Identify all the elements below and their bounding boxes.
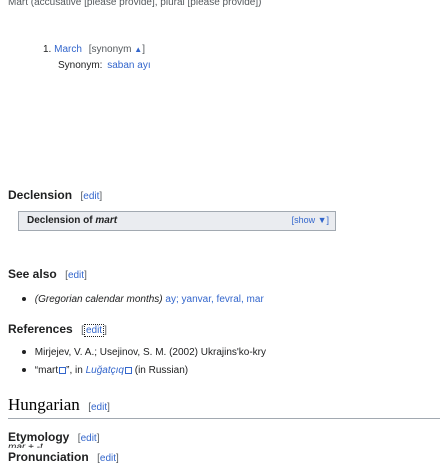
see-also-heading-row: See also [edit] <box>8 265 87 283</box>
edit-link[interactable]: edit <box>81 433 97 444</box>
synonym-request-close: ] <box>142 44 145 55</box>
edit-link[interactable]: edit <box>83 191 99 202</box>
references-heading: References <box>8 322 73 336</box>
hungarian-heading: Hungarian <box>8 395 80 414</box>
reference-2-title-link[interactable]: Luğatçıq <box>86 365 124 376</box>
show-toggle[interactable]: [show ▼] <box>292 215 329 225</box>
synonym-line: Synonym: saban ayı <box>58 60 151 71</box>
synonym-link[interactable]: saban ayı <box>107 60 150 71</box>
synonym-request: [synonym <box>88 44 132 55</box>
pronunciation-heading: Pronunciation <box>8 450 89 464</box>
section-divider <box>8 418 440 419</box>
definition-number: 1. <box>43 44 52 55</box>
edit-section: [edit] <box>65 270 87 281</box>
reference-2-mid: ”, in <box>66 365 83 376</box>
see-also-qualifier: (Gregorian calendar months) <box>34 294 163 305</box>
synonym-label: Synonym: <box>58 60 103 71</box>
edit-link[interactable]: edit <box>68 270 84 281</box>
declension-navbox: Declension of mart [show ▼] <box>18 211 336 231</box>
see-also-links[interactable]: ay; yanvar, fevral, mar <box>165 294 263 305</box>
synonym-request-icon[interactable]: ▲ <box>134 45 142 54</box>
external-link-icon[interactable] <box>124 367 132 374</box>
hungarian-heading-row: Hungarian [edit] <box>8 395 110 415</box>
declension-table-title: Declension of mart <box>27 215 117 226</box>
edit-link[interactable]: edit <box>91 402 107 413</box>
definition-item: 1. March [synonym ▲] <box>43 44 145 55</box>
reference-item-2: “mart ”, in Luğatçıq (in Russian) <box>22 365 188 376</box>
edit-link[interactable]: edit <box>83 324 105 337</box>
definition-word-link[interactable]: March <box>54 44 82 55</box>
declension-heading-row: Declension [edit] <box>8 186 102 204</box>
reference-1-text: Mirjejev, V. A.; Usejinov, S. M. (2002) … <box>34 347 267 358</box>
declension-title-word: mart <box>95 215 118 226</box>
edit-link[interactable]: edit <box>100 453 116 464</box>
edit-section: [edit] <box>80 191 103 202</box>
edit-section: [edit] <box>77 433 100 444</box>
reference-item-1: Mirjejev, V. A.; Usejinov, S. M. (2002) … <box>22 347 266 358</box>
declension-heading: Declension <box>8 188 73 202</box>
reference-2-quote-open: “mart <box>34 365 59 376</box>
external-link-icon[interactable] <box>59 367 67 374</box>
bullet-icon <box>22 368 26 373</box>
references-heading-row: References [edit] <box>8 320 107 338</box>
see-also-heading: See also <box>8 267 57 281</box>
bullet-icon <box>22 350 26 355</box>
see-also-item: (Gregorian calendar months) ay; yanvar, … <box>22 294 264 305</box>
reference-2-suffix: (in Russian) <box>134 365 189 376</box>
edit-section: [edit] <box>97 453 119 464</box>
edit-section: [edit] <box>81 324 107 337</box>
declension-title-prefix: Declension of <box>27 215 93 226</box>
bullet-icon <box>22 297 26 302</box>
cut-off-header-line: Mart (accusative [please provide], plura… <box>8 0 262 8</box>
edit-section: [edit] <box>88 402 110 413</box>
pronunciation-heading-row: Pronunciation [edit] <box>8 448 119 466</box>
